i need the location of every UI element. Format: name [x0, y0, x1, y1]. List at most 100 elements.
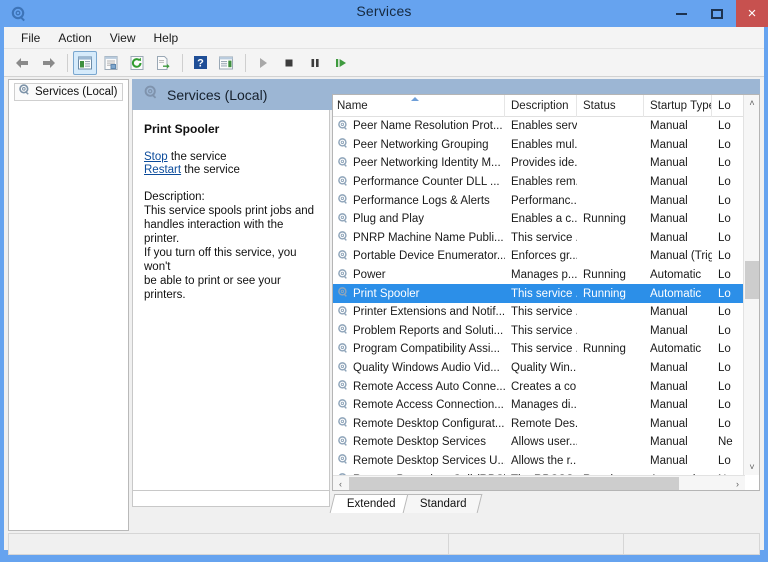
- cell-description: This service ...: [511, 306, 577, 319]
- table-row[interactable]: Plug and Play Enables a c... Running Manual…: [333, 210, 745, 229]
- column-header-name[interactable]: Name: [333, 95, 505, 117]
- cell-name: Portable Device Enumerator...: [333, 249, 505, 264]
- restart-service-button[interactable]: [329, 51, 353, 75]
- cell-startup-type: Manual: [650, 213, 688, 226]
- sidebar-item-label: Services (Local): [35, 86, 118, 98]
- menu-view[interactable]: View: [101, 29, 145, 47]
- minimize-button[interactable]: [664, 0, 698, 27]
- cell-log-on-as: Lo: [718, 399, 731, 412]
- maximize-button[interactable]: [700, 0, 734, 27]
- table-row[interactable]: PNRP Machine Name Publi... This service .…: [333, 229, 745, 248]
- cell-status: Running: [583, 269, 626, 282]
- cell-name: Power: [333, 268, 505, 283]
- start-service-button[interactable]: [251, 51, 275, 75]
- service-gear-icon: [337, 230, 349, 245]
- sidebar-item-services-local[interactable]: Services (Local): [14, 83, 123, 101]
- table-row[interactable]: Print Spooler This service ... Running Auto…: [333, 284, 745, 303]
- description-line: be able to print or see your printers.: [144, 275, 281, 301]
- service-gear-icon: [337, 193, 349, 208]
- table-row[interactable]: Remote Desktop Services Allows user... Man…: [333, 433, 745, 452]
- cell-status: Running: [583, 213, 626, 226]
- column-header-startup-type[interactable]: Startup Type: [644, 95, 712, 117]
- maximize-icon: [711, 8, 723, 19]
- cell-description: Enables mul...: [511, 138, 577, 151]
- stop-service-button[interactable]: [277, 51, 301, 75]
- table-row[interactable]: Problem Reports and Soluti... This servic…: [333, 322, 745, 341]
- description-line: If you turn off this service, you won't: [144, 247, 297, 273]
- column-header-log-on-as[interactable]: Lo: [712, 95, 745, 117]
- table-row[interactable]: Remote Access Connection... Manages di...…: [333, 396, 745, 415]
- restart-service-action[interactable]: Restart the service: [144, 164, 320, 176]
- cell-startup-type: Manual: [650, 399, 688, 412]
- service-name-text: Remote Desktop Services U...: [353, 454, 505, 467]
- scroll-right-icon[interactable]: ›: [730, 476, 745, 490]
- table-row[interactable]: Remote Access Auto Conne... Creates a co.…: [333, 377, 745, 396]
- menu-action[interactable]: Action: [49, 29, 100, 47]
- cell-description: Remote Des...: [511, 417, 577, 430]
- detail-panel-scrollbar[interactable]: [132, 491, 330, 507]
- menu-file[interactable]: File: [12, 29, 49, 47]
- scroll-down-icon[interactable]: ˅: [744, 459, 759, 475]
- export-list-button[interactable]: [151, 51, 175, 75]
- service-name-text: Performance Logs & Alerts: [353, 194, 490, 207]
- service-name-text: Remote Desktop Services: [353, 436, 486, 449]
- properties-button[interactable]: [99, 51, 123, 75]
- pause-service-button[interactable]: [303, 51, 327, 75]
- service-gear-icon: [337, 305, 349, 320]
- service-gear-icon: [337, 175, 349, 190]
- table-row[interactable]: Performance Counter DLL ... Enables rem..…: [333, 173, 745, 192]
- table-row[interactable]: Portable Device Enumerator... Enforces gr…: [333, 247, 745, 266]
- service-gear-icon: [337, 361, 349, 376]
- cell-startup-type: Manual: [650, 417, 688, 430]
- service-gear-icon: [337, 435, 349, 450]
- cell-description: Performanc...: [511, 194, 577, 207]
- table-row[interactable]: Quality Windows Audio Vid... Quality Win.…: [333, 359, 745, 378]
- table-row[interactable]: Remote Desktop Services U... Allows the r…: [333, 452, 745, 471]
- cell-description: Allows the r...: [511, 454, 577, 467]
- table-row[interactable]: Peer Networking Identity M... Provides id…: [333, 154, 745, 173]
- status-bar: [8, 533, 760, 555]
- column-header-status[interactable]: Status: [577, 95, 644, 117]
- cell-startup-type: Automatic: [650, 287, 702, 300]
- service-gear-icon: [337, 416, 349, 431]
- service-name-text: Remote Desktop Configurat...: [353, 417, 505, 430]
- scroll-up-icon[interactable]: ˄: [744, 95, 759, 111]
- show-hide-console-tree-button[interactable]: [73, 50, 97, 75]
- table-row[interactable]: Printer Extensions and Notif... This serv…: [333, 303, 745, 322]
- stop-service-action[interactable]: Stop the service: [144, 151, 320, 163]
- mmc-body: Services (Local) Services (Local) Print …: [8, 79, 760, 531]
- list-vertical-scrollbar[interactable]: ˄ ˅: [743, 95, 759, 475]
- forward-button[interactable]: [36, 51, 60, 75]
- stop-service-suffix: the service: [167, 151, 227, 163]
- service-gear-icon: [337, 453, 349, 468]
- service-gear-icon: [337, 212, 349, 227]
- column-header-description[interactable]: Description: [505, 95, 577, 117]
- restart-service-link[interactable]: Restart: [144, 164, 181, 176]
- table-row[interactable]: Peer Networking Grouping Enables mul... Ma…: [333, 136, 745, 155]
- table-row[interactable]: Program Compatibility Assi... This servic…: [333, 340, 745, 359]
- refresh-button[interactable]: [125, 51, 149, 75]
- back-button[interactable]: [10, 51, 34, 75]
- service-name-text: Remote Access Auto Conne...: [353, 380, 505, 393]
- console-tree-pane: Services (Local): [8, 79, 129, 531]
- scroll-left-icon[interactable]: ‹: [333, 476, 348, 490]
- service-name-text: Quality Windows Audio Vid...: [353, 362, 500, 375]
- horizontal-scroll-thumb[interactable]: [349, 477, 679, 490]
- table-row[interactable]: Performance Logs & Alerts Performanc... Ma…: [333, 191, 745, 210]
- list-horizontal-scrollbar[interactable]: ‹ ›: [333, 475, 745, 490]
- service-gear-icon: [337, 323, 349, 338]
- service-gear-icon: [337, 156, 349, 171]
- menu-help[interactable]: Help: [145, 29, 188, 47]
- table-row[interactable]: Power Manages p... Running Automatic Lo: [333, 266, 745, 285]
- show-action-pane-button[interactable]: [214, 51, 238, 75]
- tab-extended[interactable]: Extended: [329, 494, 411, 513]
- service-name-text: Plug and Play: [353, 213, 424, 226]
- stop-service-link[interactable]: Stop: [144, 151, 168, 163]
- table-row[interactable]: Remote Desktop Configurat... Remote Des..…: [333, 415, 745, 434]
- tab-standard[interactable]: Standard: [402, 494, 482, 513]
- help-button[interactable]: ?: [188, 51, 212, 75]
- status-pane-3: [624, 534, 759, 554]
- vertical-scroll-thumb[interactable]: [745, 261, 759, 299]
- close-button[interactable]: ×: [736, 0, 768, 27]
- table-row[interactable]: Peer Name Resolution Prot... Enables serv…: [333, 117, 745, 136]
